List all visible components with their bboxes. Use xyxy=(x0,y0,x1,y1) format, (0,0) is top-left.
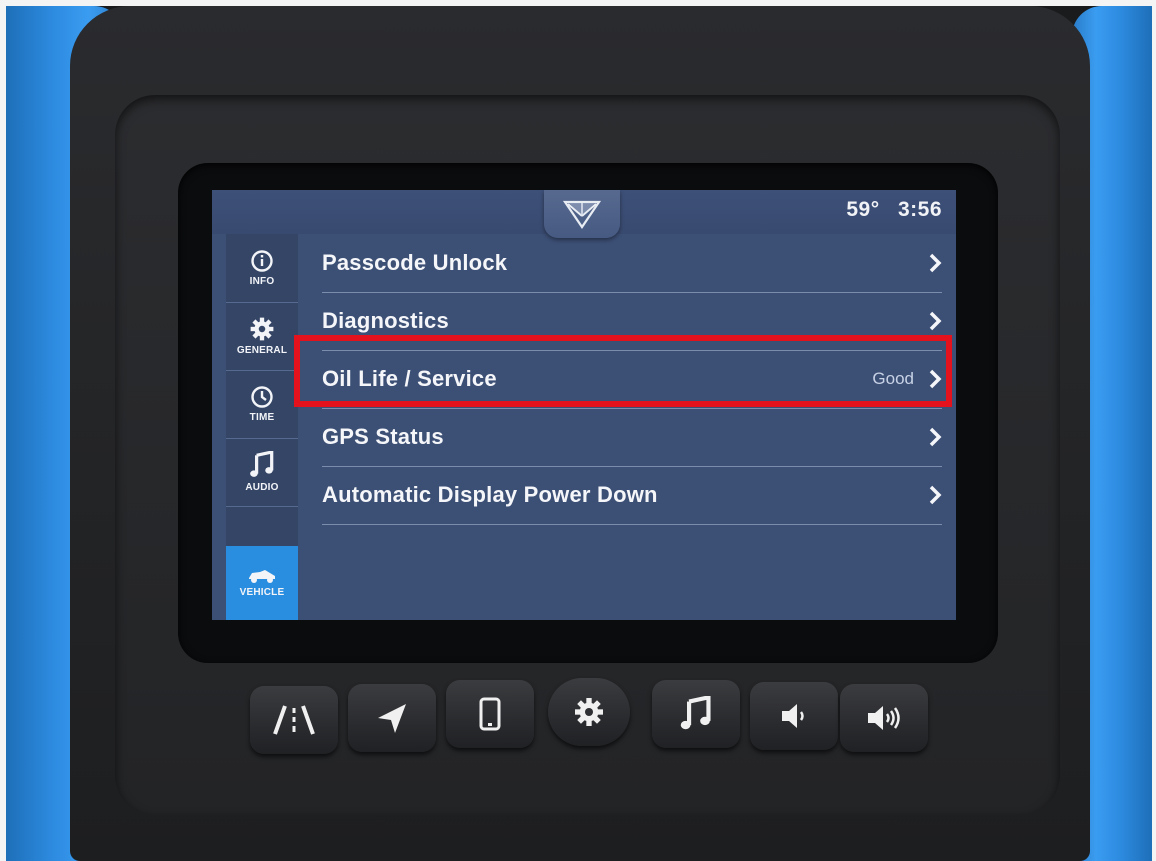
info-icon xyxy=(251,250,273,272)
temperature-readout: 59° xyxy=(846,198,880,221)
menu-item-label: Automatic Display Power Down xyxy=(322,482,658,507)
sidebar-item-label: TIME xyxy=(249,412,275,423)
sidebar-item-label: VEHICLE xyxy=(239,587,285,598)
sidebar-item-general[interactable]: GENERAL xyxy=(226,302,298,371)
vehicle-icon xyxy=(249,570,275,583)
sidebar: INFO GENERAL TIME AUDIO VEHICLE xyxy=(226,234,298,620)
brand-logo-tab[interactable] xyxy=(544,190,620,238)
highlight-annotation xyxy=(294,335,952,407)
device-photo: 59° 3:56 INFO GENERAL TIME AUDIO VEHICLE… xyxy=(0,0,1156,861)
audio-button[interactable] xyxy=(652,680,740,748)
sidebar-item-vehicle[interactable]: VEHICLE xyxy=(226,546,298,620)
settings-gear-icon xyxy=(575,698,603,726)
navigation-arrow-icon xyxy=(378,704,406,733)
phone-icon xyxy=(479,697,501,731)
road-button[interactable] xyxy=(250,686,338,754)
chevron-right-icon xyxy=(929,485,942,505)
sidebar-item-label: AUDIO xyxy=(245,482,279,493)
sidebar-item-info[interactable]: INFO xyxy=(226,234,298,303)
menu-item-passcode-unlock[interactable]: Passcode Unlock xyxy=(322,234,942,293)
road-icon xyxy=(273,705,315,735)
volume-up-icon xyxy=(868,706,900,730)
phone-button[interactable] xyxy=(446,680,534,748)
hardware-button-row xyxy=(250,676,930,756)
music-note-icon xyxy=(680,696,711,730)
volume-down-icon xyxy=(782,704,804,728)
volume-up-button[interactable] xyxy=(840,684,928,752)
navigation-button[interactable] xyxy=(348,684,436,752)
clock-icon xyxy=(251,386,273,408)
sidebar-item-time[interactable]: TIME xyxy=(226,370,298,439)
menu-item-label: Diagnostics xyxy=(322,308,449,333)
sidebar-item-audio[interactable]: AUDIO xyxy=(226,438,298,507)
clock-readout: 3:56 xyxy=(897,198,942,221)
menu-item-gps-status[interactable]: GPS Status xyxy=(322,408,942,467)
settings-button[interactable] xyxy=(548,678,630,746)
brand-logo-icon xyxy=(563,200,601,229)
chevron-right-icon xyxy=(929,253,942,273)
status-readout: 59° 3:56 xyxy=(834,198,942,222)
gear-icon xyxy=(250,317,274,341)
menu-item-label: Passcode Unlock xyxy=(322,250,508,275)
vehicle-settings-list: Passcode Unlock Diagnostics Oil Life / S… xyxy=(298,234,956,620)
music-note-icon xyxy=(250,451,274,477)
volume-down-button[interactable] xyxy=(750,682,838,750)
menu-item-label: GPS Status xyxy=(322,424,444,449)
chevron-right-icon xyxy=(929,311,942,331)
chevron-right-icon xyxy=(929,427,942,447)
sidebar-item-label: INFO xyxy=(249,276,275,287)
menu-item-automatic-display-power-down[interactable]: Automatic Display Power Down xyxy=(322,466,942,525)
sidebar-item-label: GENERAL xyxy=(236,345,288,356)
